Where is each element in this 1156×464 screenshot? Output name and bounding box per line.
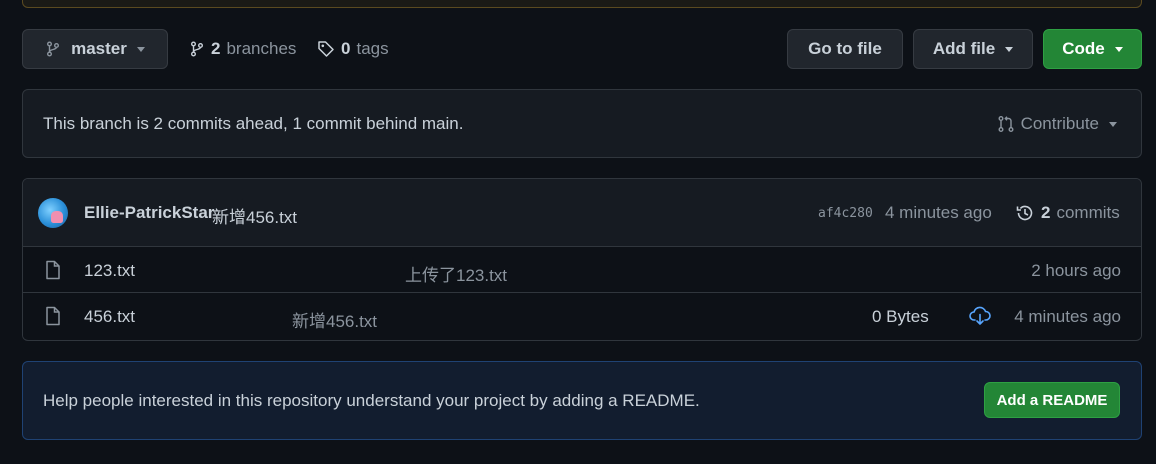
branch-icon <box>191 41 203 57</box>
history-icon <box>1016 205 1033 221</box>
commit-sha[interactable]: af4c280 <box>818 206 873 221</box>
file-browser: Ellie-PatrickStar 新增456.txt af4c280 4 mi… <box>22 178 1142 341</box>
file-size: 0 Bytes <box>872 307 929 326</box>
commits-label: commits <box>1056 203 1120 222</box>
file-time: 4 minutes ago <box>1014 307 1121 326</box>
code-button[interactable]: Code <box>1043 29 1142 69</box>
file-commit-message[interactable]: 新增456.txt <box>292 307 377 332</box>
code-label: Code <box>1062 39 1105 58</box>
file-name[interactable]: 456.txt <box>84 307 135 327</box>
file-icon <box>46 260 60 280</box>
branches-count: 2 <box>211 39 221 58</box>
caret-down-icon <box>136 46 145 52</box>
caret-down-icon <box>1114 46 1123 52</box>
branch-icon <box>47 41 60 57</box>
repo-toolbar: master 2 branches 0 tags Go to file Add … <box>22 29 1142 69</box>
caret-down-icon <box>1005 46 1014 52</box>
commits-history-link[interactable]: 2 commits <box>1015 203 1120 223</box>
top-banner <box>22 0 1142 8</box>
tags-link[interactable]: 0 tags <box>317 29 389 69</box>
tags-count: 0 <box>341 39 351 58</box>
caret-down-icon <box>1109 121 1117 127</box>
cloud-download-icon[interactable] <box>969 306 991 326</box>
commit-author[interactable]: Ellie-PatrickStar <box>84 203 214 223</box>
latest-commit-row: Ellie-PatrickStar 新增456.txt af4c280 4 mi… <box>23 179 1141 247</box>
add-readme-button[interactable]: Add a README <box>984 382 1120 418</box>
table-row: 123.txt 上传了123.txt 2 hours ago <box>23 247 1141 293</box>
branch-name: master <box>71 39 127 58</box>
branch-selector-button[interactable]: master <box>22 29 168 69</box>
add-file-label: Add file <box>932 39 996 58</box>
readme-prompt-text: Help people interested in this repositor… <box>43 391 700 410</box>
file-icon <box>46 306 60 326</box>
branches-link[interactable]: 2 branches <box>189 29 296 69</box>
table-row: 456.txt 新增456.txt 0 Bytes 4 minutes ago <box>23 293 1141 339</box>
commit-message[interactable]: 新增456.txt <box>212 203 297 228</box>
pull-request-icon <box>998 116 1014 132</box>
avatar[interactable] <box>38 198 68 228</box>
go-to-file-button[interactable]: Go to file <box>787 29 903 69</box>
go-to-file-label: Go to file <box>808 39 882 58</box>
branch-status-box: This branch is 2 commits ahead, 1 commit… <box>22 89 1142 158</box>
file-commit-message[interactable]: 上传了123.txt <box>405 261 507 286</box>
tag-icon <box>318 41 334 57</box>
commit-time: 4 minutes ago <box>885 203 992 222</box>
branches-label: branches <box>226 39 297 58</box>
add-readme-label: Add a README <box>996 391 1108 409</box>
file-time: 2 hours ago <box>1031 261 1121 280</box>
contribute-label: Contribute <box>1020 114 1099 133</box>
tags-label: tags <box>356 39 389 58</box>
commits-count: 2 <box>1041 203 1051 222</box>
add-file-button[interactable]: Add file <box>913 29 1033 69</box>
branch-status-text: This branch is 2 commits ahead, 1 commit… <box>43 114 464 133</box>
file-name[interactable]: 123.txt <box>84 261 135 281</box>
contribute-button[interactable]: Contribute <box>997 114 1117 134</box>
readme-prompt: Help people interested in this repositor… <box>22 361 1142 440</box>
